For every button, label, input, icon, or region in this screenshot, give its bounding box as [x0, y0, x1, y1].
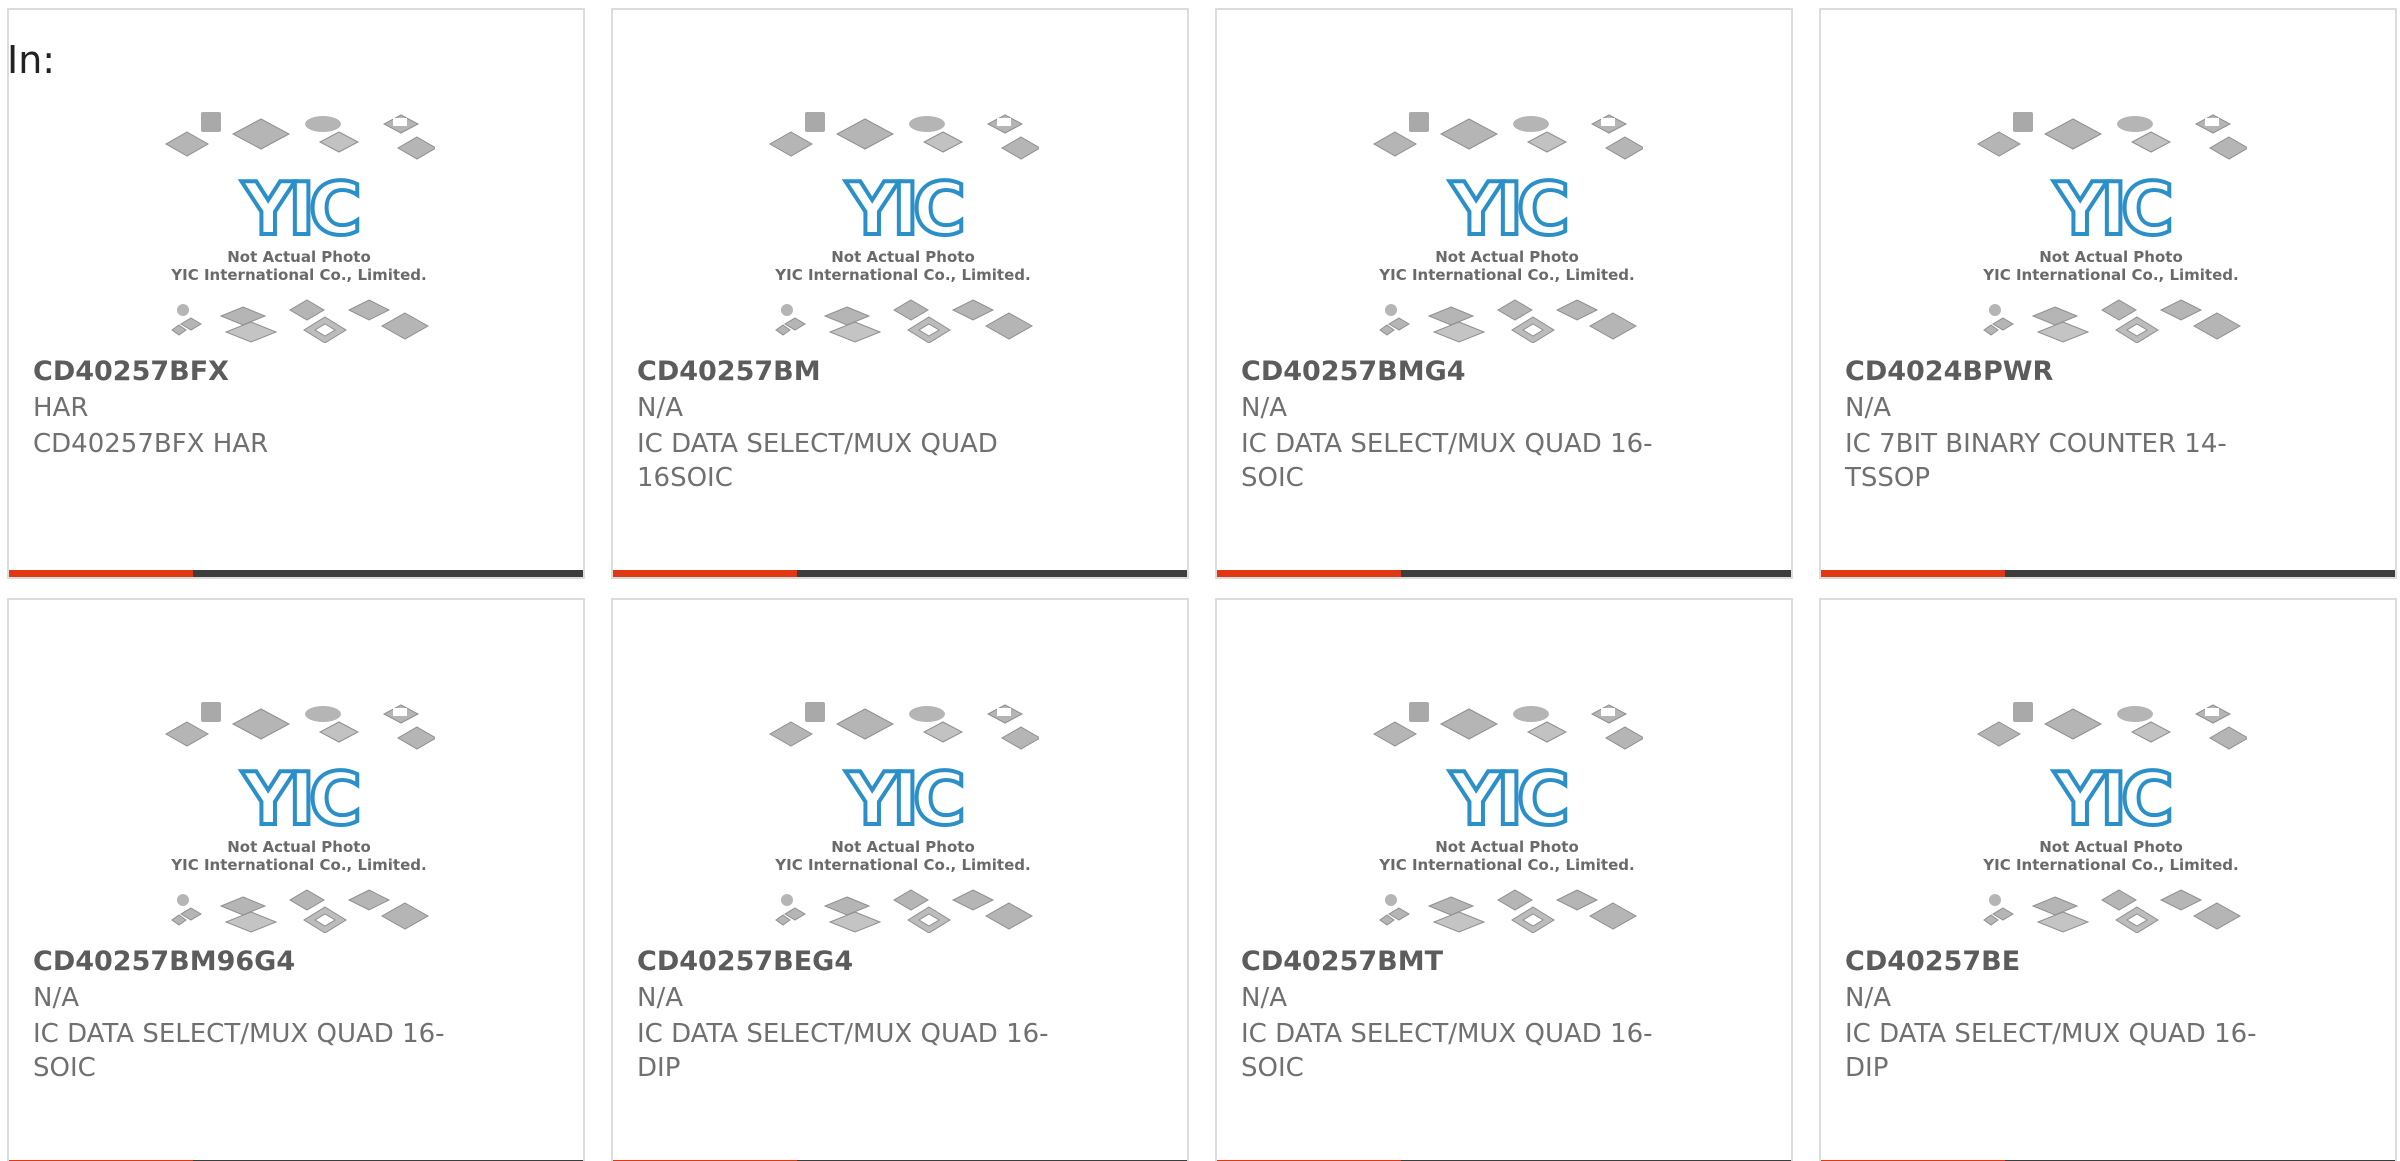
svg-text:Not Actual Photo: Not Actual Photo [831, 248, 975, 266]
card-footer-bar [1217, 570, 1791, 577]
svg-text:Not Actual Photo: Not Actual Photo [1435, 248, 1579, 266]
svg-text:YIC International Co., Limited: YIC International Co., Limited. [1378, 856, 1634, 874]
product-manufacturer: N/A [637, 983, 683, 1013]
product-card[interactable]: YIC Not Actual Photo YIC International Co.… [611, 8, 1189, 579]
card-footer-bar [1821, 570, 2395, 577]
svg-text:YIC: YIC [2053, 167, 2170, 251]
product-card[interactable]: YIC Not Actual Photo YIC International Co.… [611, 598, 1189, 1161]
filter-label: In: [7, 38, 56, 82]
product-card[interactable]: YIC Not Actual Photo YIC International Co.… [1819, 598, 2397, 1161]
product-part-number[interactable]: CD40257BEG4 [637, 946, 853, 977]
svg-text:YIC International Co., Limited: YIC International Co., Limited. [170, 856, 426, 874]
svg-text:Not Actual Photo: Not Actual Photo [2039, 838, 2183, 856]
product-description: IC DATA SELECT/MUX QUAD 16-DIP [637, 1019, 1049, 1083]
svg-text:YIC International Co., Limited: YIC International Co., Limited. [1982, 856, 2238, 874]
product-manufacturer: N/A [1845, 393, 1891, 423]
product-part-number[interactable]: CD40257BMT [1241, 946, 1443, 977]
svg-text:YIC: YIC [845, 167, 962, 251]
product-manufacturer: N/A [1845, 983, 1891, 1013]
svg-text:YIC: YIC [241, 757, 358, 841]
card-footer-bar [613, 570, 1187, 577]
product-description: IC DATA SELECT/MUX QUAD 16-SOIC [1241, 1019, 1653, 1083]
card-footer-bar [9, 570, 583, 577]
svg-text:Not Actual Photo: Not Actual Photo [2039, 248, 2183, 266]
product-part-number[interactable]: CD40257BM96G4 [33, 946, 295, 977]
product-manufacturer: N/A [33, 983, 79, 1013]
svg-text:Not Actual Photo: Not Actual Photo [831, 838, 975, 856]
card-accent-bar [1217, 570, 1401, 577]
product-manufacturer: N/A [1241, 983, 1287, 1013]
card-accent-bar [9, 570, 193, 577]
product-manufacturer: HAR [33, 393, 89, 423]
component-placeholder-icon: YICNot Actual PhotoYIC International Co.… [165, 702, 435, 933]
svg-text:YIC International Co., Limited: YIC International Co., Limited. [1378, 266, 1634, 284]
svg-text:Not Actual Photo: Not Actual Photo [227, 838, 371, 856]
component-placeholder-icon: YICNot Actual PhotoYIC International Co.… [1373, 702, 1643, 933]
product-grid-page: In: YIC Not Actual Photo YIC International… [0, 0, 2400, 1161]
card-accent-bar [613, 570, 797, 577]
product-part-number[interactable]: CD40257BM [637, 356, 821, 387]
product-part-number[interactable]: CD4024BPWR [1845, 356, 2053, 387]
svg-text:YIC International Co., Limited: YIC International Co., Limited. [170, 266, 426, 284]
product-card[interactable]: YIC Not Actual Photo YIC International Co.… [7, 598, 585, 1161]
component-placeholder-icon: YICNot Actual PhotoYIC International Co.… [769, 112, 1039, 343]
product-card[interactable]: YIC Not Actual Photo YIC International Co.… [1215, 598, 1793, 1161]
svg-text:YIC: YIC [1449, 167, 1566, 251]
product-description: IC DATA SELECT/MUX QUAD 16-SOIC [33, 1019, 445, 1083]
product-part-number[interactable]: CD40257BMG4 [1241, 356, 1466, 387]
svg-text:YIC: YIC [845, 757, 962, 841]
component-placeholder-icon: YICNot Actual PhotoYIC International Co.… [165, 112, 435, 343]
product-manufacturer: N/A [637, 393, 683, 423]
product-description: IC DATA SELECT/MUX QUAD 16-DIP [1845, 1019, 2257, 1083]
product-description: IC DATA SELECT/MUX QUAD 16-SOIC [1241, 429, 1653, 493]
component-placeholder-icon: YICNot Actual PhotoYIC International Co.… [1977, 702, 2247, 933]
svg-text:YIC: YIC [241, 167, 358, 251]
product-description: IC DATA SELECT/MUX QUAD 16SOIC [637, 429, 998, 493]
card-accent-bar [1821, 570, 2005, 577]
product-part-number[interactable]: CD40257BE [1845, 946, 2020, 977]
product-part-number[interactable]: CD40257BFX [33, 356, 229, 387]
product-description: IC 7BIT BINARY COUNTER 14-TSSOP [1845, 429, 2227, 493]
component-placeholder-icon: YICNot Actual PhotoYIC International Co.… [769, 702, 1039, 933]
svg-text:YIC: YIC [1449, 757, 1566, 841]
svg-text:YIC International Co., Limited: YIC International Co., Limited. [774, 266, 1030, 284]
svg-text:Not Actual Photo: Not Actual Photo [1435, 838, 1579, 856]
component-placeholder-icon: YICNot Actual PhotoYIC International Co.… [1977, 112, 2247, 343]
component-placeholder-icon: YICNot Actual PhotoYIC International Co.… [1373, 112, 1643, 343]
svg-text:YIC: YIC [2053, 757, 2170, 841]
product-description: CD40257BFX HAR [33, 429, 269, 459]
svg-text:YIC International Co., Limited: YIC International Co., Limited. [1982, 266, 2238, 284]
product-card[interactable]: YIC Not Actual Photo YIC International Co.… [1819, 8, 2397, 579]
product-card[interactable]: YIC Not Actual Photo YIC International Co.… [1215, 8, 1793, 579]
svg-text:YIC International Co., Limited: YIC International Co., Limited. [774, 856, 1030, 874]
product-card[interactable]: YIC Not Actual Photo YIC International Co.… [7, 8, 585, 579]
svg-text:Not Actual Photo: Not Actual Photo [227, 248, 371, 266]
product-manufacturer: N/A [1241, 393, 1287, 423]
